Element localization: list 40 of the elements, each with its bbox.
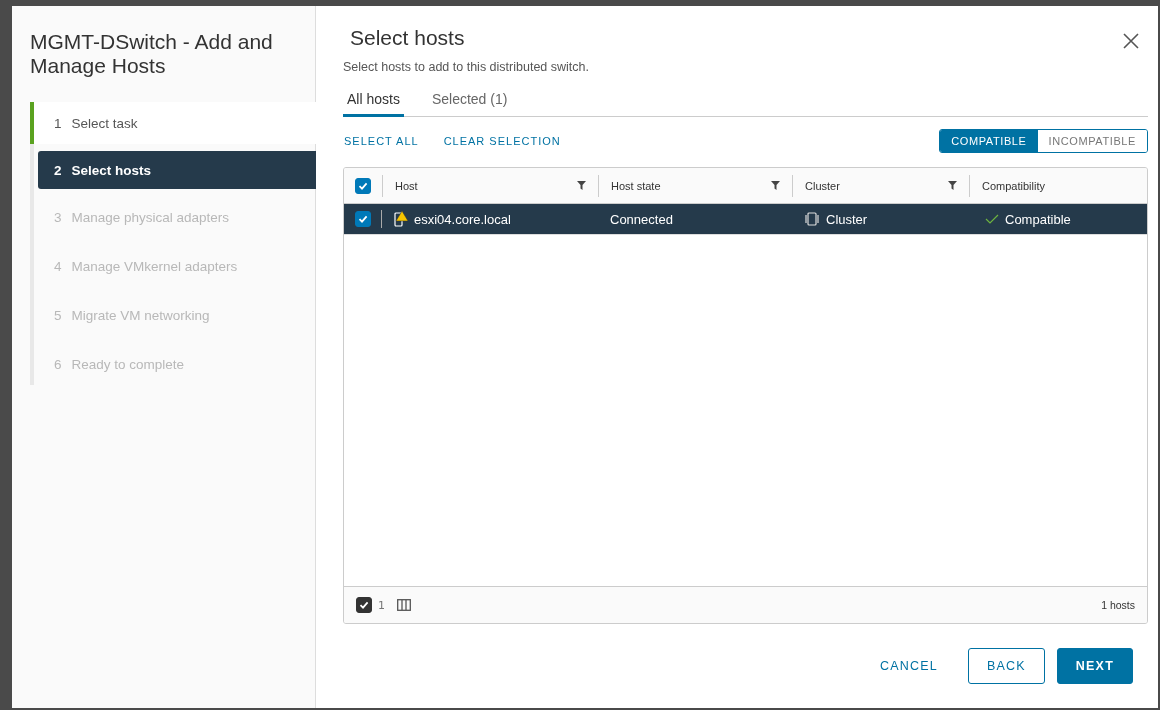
dialog-button[interactable]: BACK (968, 648, 1045, 684)
page-title: Select hosts (350, 26, 465, 50)
selection-checkbox-icon[interactable] (356, 597, 372, 613)
filter-icon[interactable] (577, 181, 586, 190)
column-header[interactable]: Host (382, 174, 598, 197)
dialog-button[interactable]: CANCEL (862, 648, 956, 684)
table-cell: esxi04.core.local (414, 211, 511, 227)
check-icon (985, 214, 999, 224)
filter-icon[interactable] (948, 181, 957, 190)
tab[interactable]: Selected (1) (427, 86, 512, 117)
column-header[interactable]: Host state (598, 174, 792, 197)
page-description: Select hosts to add to this distributed switch. (343, 60, 590, 74)
checkmark-icon (358, 180, 368, 191)
column-label: Host state (611, 179, 661, 192)
tab[interactable]: All hosts (343, 86, 404, 117)
row-checkbox[interactable] (354, 211, 371, 227)
column-header[interactable]: Compatibility (969, 174, 1147, 197)
wizard-title: MGMT-DSwitch - Add and Manage Hosts (30, 30, 274, 78)
column-header[interactable]: Cluster (792, 174, 969, 197)
table-row[interactable]: esxi04.core.local Connected Cluster Compatible (344, 204, 1147, 235)
selected-count: 1 (378, 598, 385, 612)
toggle-option[interactable]: COMPATIBLE (940, 130, 1038, 152)
checkmark-icon (357, 214, 368, 224)
dialog-button[interactable]: NEXT (1056, 648, 1133, 684)
total-count: 1 hosts (1101, 599, 1135, 611)
column-label: Cluster (805, 179, 840, 192)
filter-icon[interactable] (771, 181, 780, 190)
cluster-icon (804, 212, 820, 226)
close-icon[interactable] (1122, 32, 1140, 50)
column-label: Compatibility (982, 179, 1045, 192)
checkmark-icon (359, 600, 369, 610)
table-cell: Connected (610, 211, 673, 227)
table-cell: Compatible (1005, 211, 1071, 227)
table-cell: Cluster (826, 211, 868, 227)
action-link[interactable]: SELECT ALL (344, 135, 419, 147)
select-all-checkbox[interactable] (355, 177, 371, 194)
action-link[interactable]: CLEAR SELECTION (443, 135, 561, 147)
columns-icon[interactable] (397, 599, 411, 611)
column-label: Host (395, 179, 418, 192)
wizard-step[interactable]: 2 Select hosts (38, 151, 316, 189)
